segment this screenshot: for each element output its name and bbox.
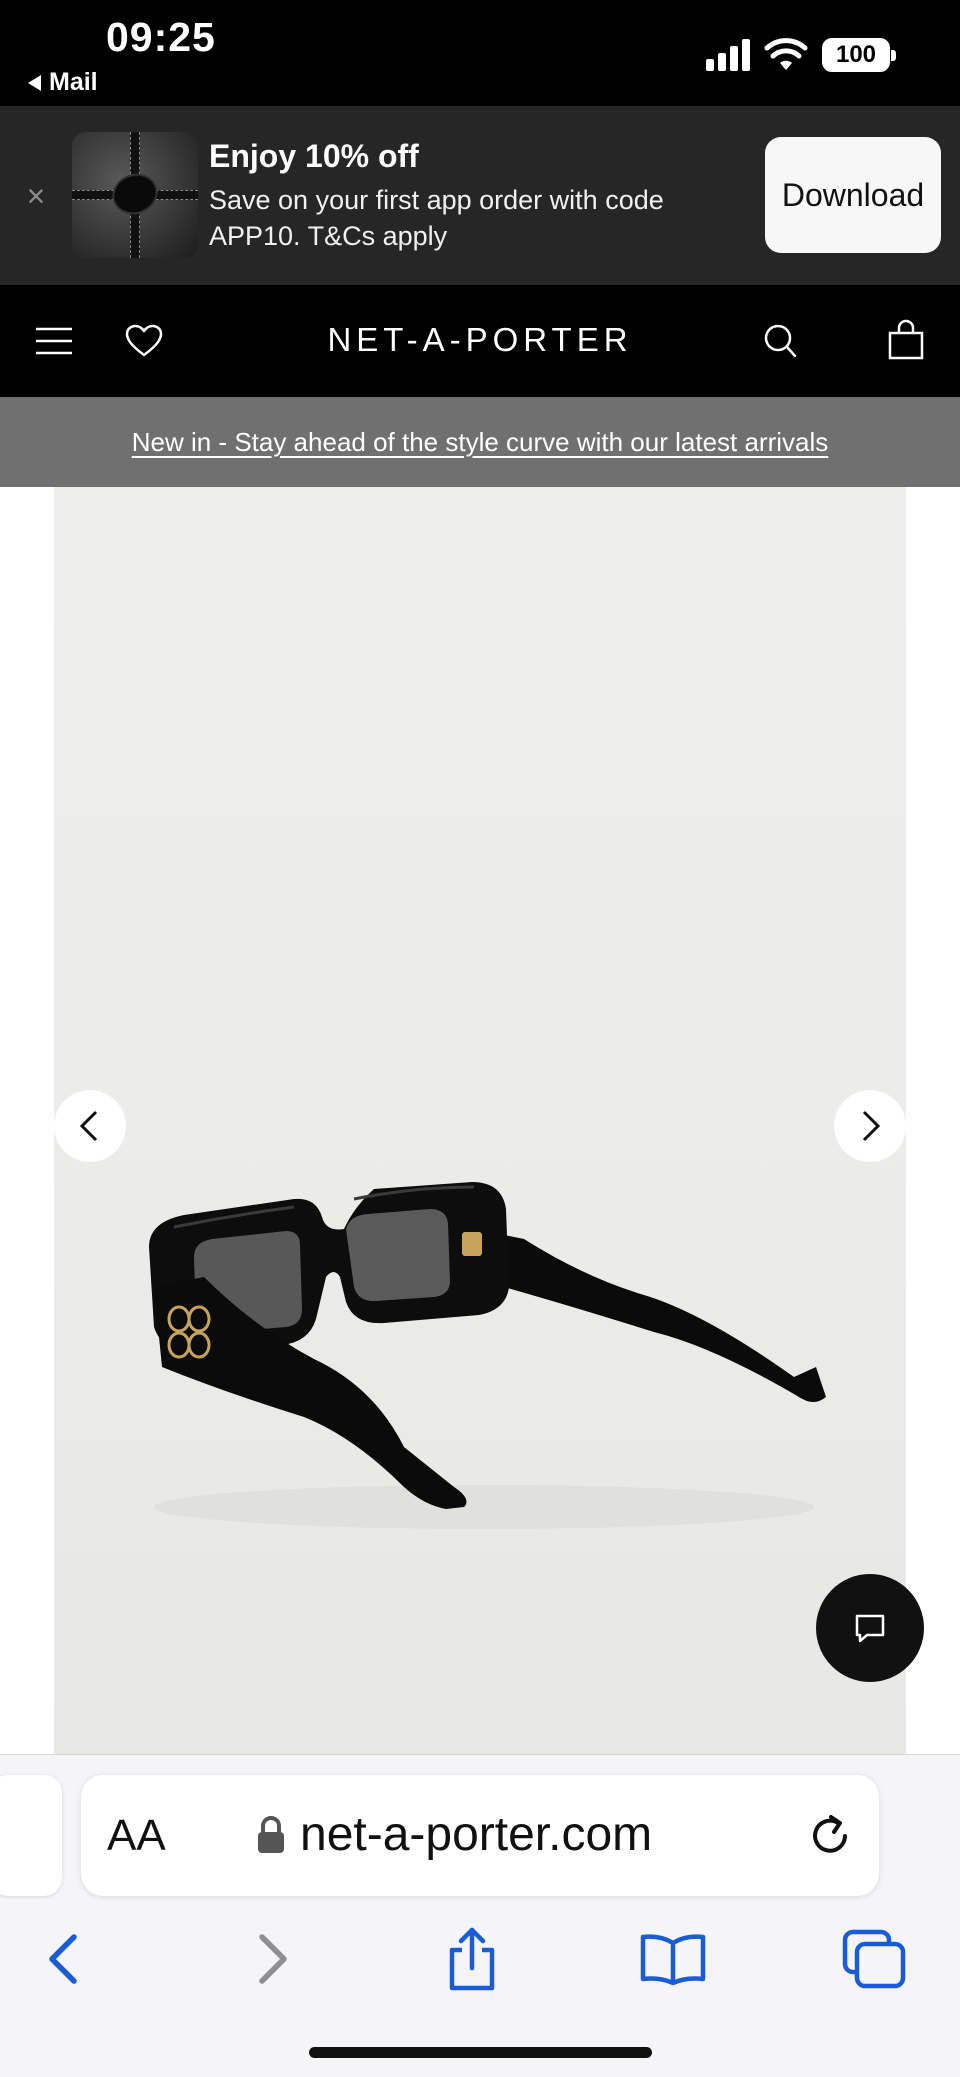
new-in-promo-link[interactable]: New in - Stay ahead of the style curve w… [0,397,960,487]
back-chevron-icon [49,1934,77,1984]
bookmarks-button[interactable] [637,1923,709,1995]
next-image-button[interactable] [834,1090,906,1162]
forward-button[interactable] [236,1923,308,1995]
chevron-left-icon [79,1110,98,1142]
app-download-banner: × Enjoy 10% off Save on your first app o… [0,106,960,285]
battery-icon: 100 [822,38,896,72]
back-button[interactable] [28,1923,100,1995]
browser-bottom-bar: AA net-a-porter.com [0,1754,960,2077]
url-display[interactable]: net-a-porter.com [256,1807,652,1862]
reload-icon[interactable] [807,1813,853,1859]
chat-bubble-icon [855,1614,885,1643]
status-time: 09:25 [106,14,216,60]
back-app-label: Mail [49,68,98,96]
chat-button[interactable] [816,1574,924,1682]
share-button[interactable] [436,1923,508,1995]
book-icon [640,1934,706,1986]
sunglasses-illustration [149,1182,826,1529]
banner-text: Save on your first app order with code A… [209,185,664,251]
text-size-button[interactable]: AA [107,1811,166,1861]
tabs-icon [842,1929,906,1989]
close-icon[interactable]: × [22,180,50,212]
chevron-right-icon [862,1110,881,1142]
tabs-button[interactable] [838,1923,910,1995]
home-indicator [309,2047,652,2058]
banner-title: Enjoy 10% off [209,138,419,174]
gift-ribbon-thumbnail [72,132,198,258]
address-bar[interactable]: AA net-a-porter.com [81,1775,879,1896]
previous-tab-preview[interactable] [0,1775,62,1896]
back-to-mail-button[interactable]: Mail [28,68,98,97]
search-icon[interactable] [758,319,802,363]
download-button[interactable]: Download [765,137,941,253]
status-bar: 09:25 Mail 100 [0,0,960,106]
share-icon [449,1927,495,1991]
browser-toolbar [0,1913,960,2003]
site-header: NET-A-PORTER [0,285,960,397]
back-triangle-icon [28,74,41,91]
site-logo[interactable]: NET-A-PORTER [0,321,960,359]
cellular-signal-icon [706,39,750,71]
url-text: net-a-porter.com [300,1808,653,1861]
product-gallery [0,487,960,1754]
forward-chevron-icon [259,1934,287,1984]
product-image[interactable] [54,487,906,1754]
shopping-bag-icon[interactable] [884,319,928,363]
status-icons: 100 [706,38,896,72]
previous-image-button[interactable] [54,1090,126,1162]
lock-icon [258,1815,284,1853]
wifi-icon [764,38,808,70]
